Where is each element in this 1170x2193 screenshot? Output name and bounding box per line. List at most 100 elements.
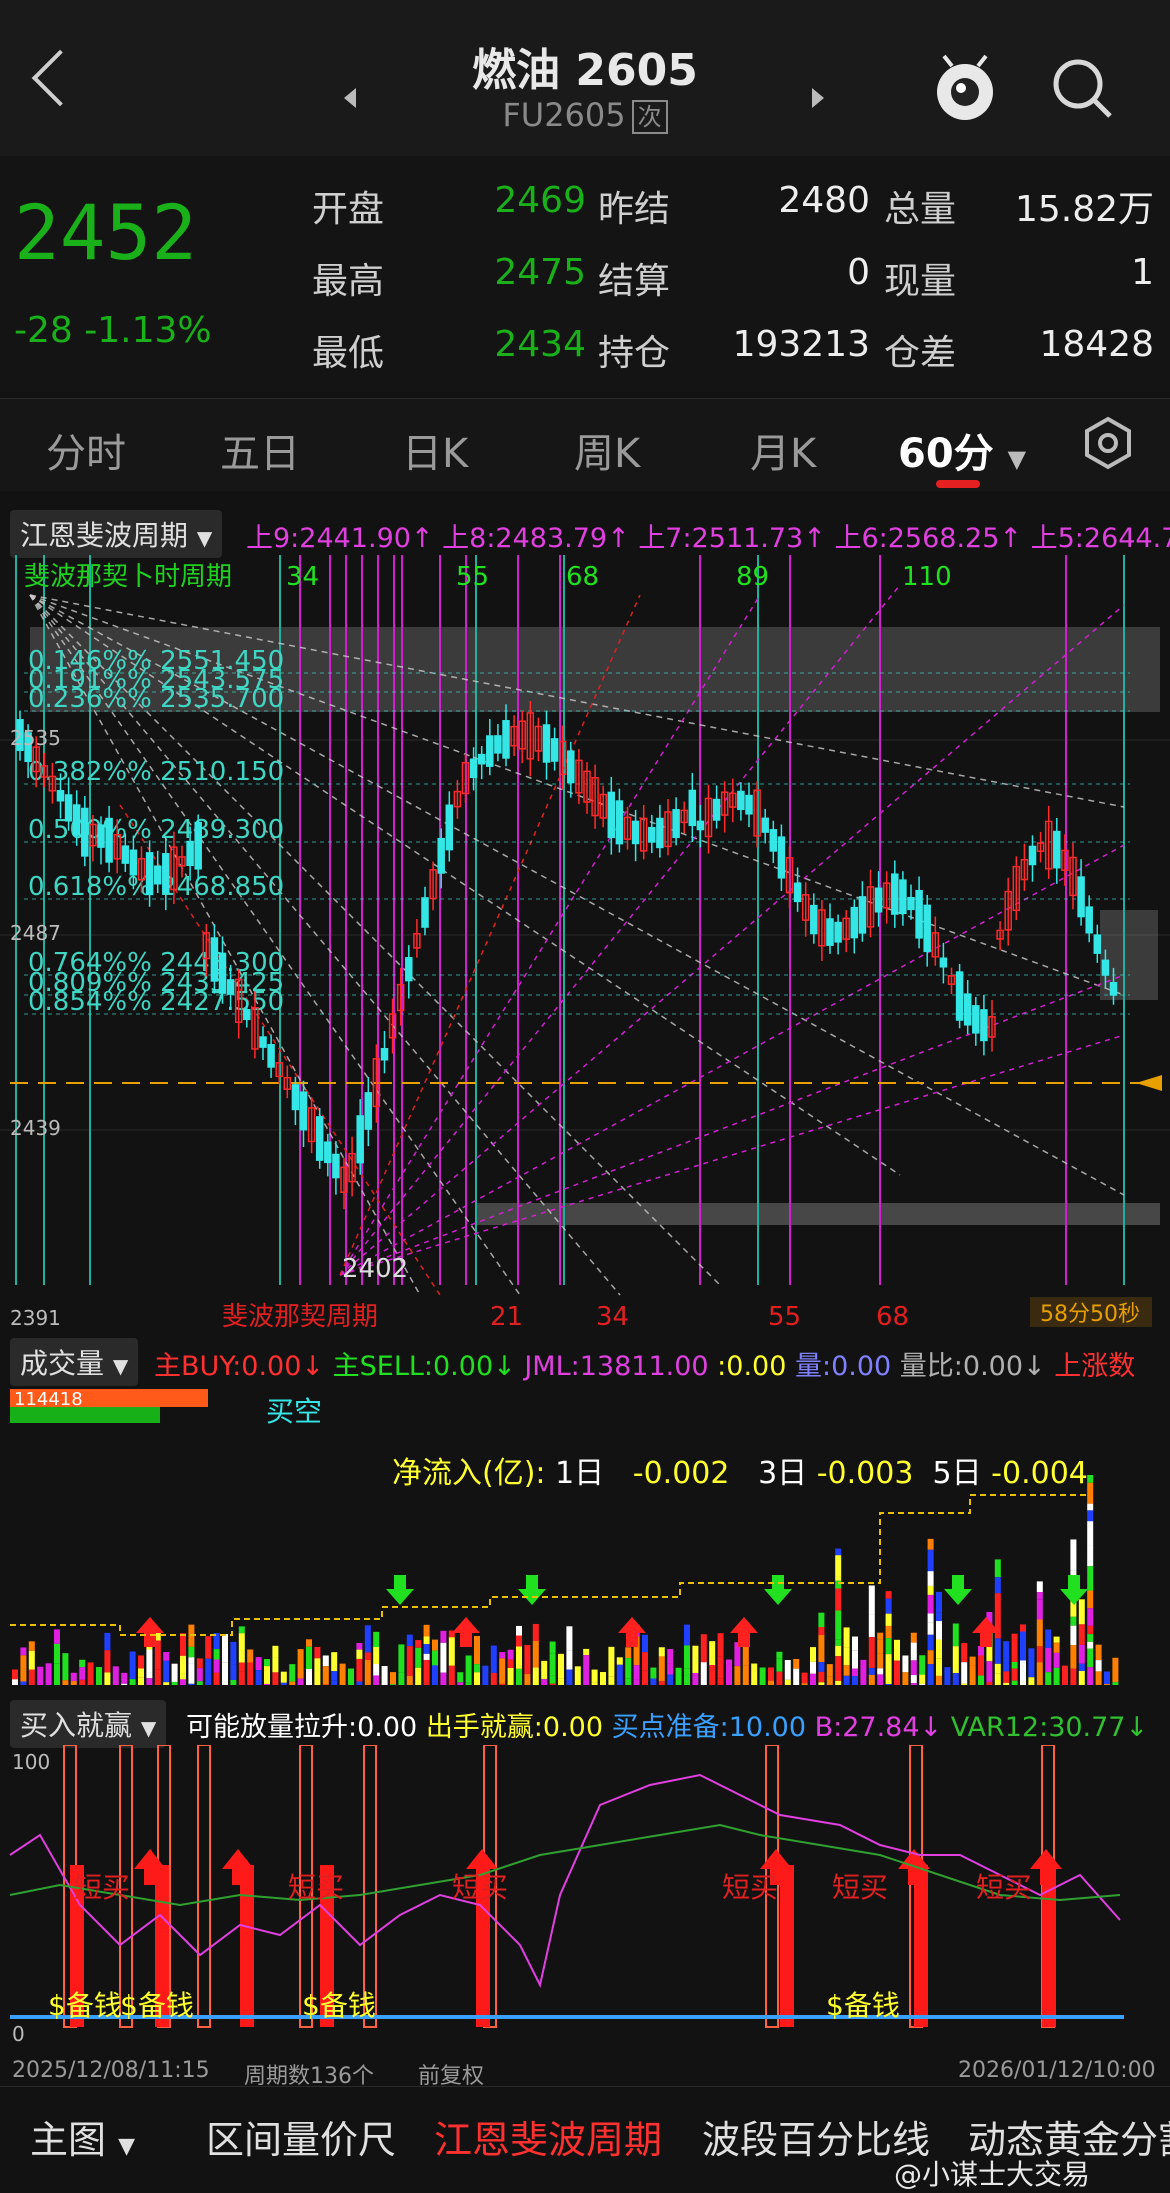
tab-intraday[interactable]: 分时 [46, 421, 126, 479]
cycle-title-top: 斐波那契卜时周期 [24, 562, 232, 592]
volume-bar [1087, 1634, 1093, 1642]
tab-60min[interactable]: 60分 ▼ [898, 421, 1026, 479]
tab-weekly-k[interactable]: 周K [574, 421, 640, 479]
volume-bar [928, 1586, 934, 1595]
volume-bar [54, 1629, 60, 1644]
volume-bar [432, 1665, 438, 1685]
volume-bar [844, 1647, 850, 1665]
volume-bar [642, 1635, 648, 1652]
high-label: 最高 [312, 252, 384, 304]
volume-bar [911, 1660, 917, 1675]
prev-contract-arrow-icon[interactable] [344, 88, 356, 108]
candle-body [673, 810, 679, 837]
volume-bar [272, 1672, 278, 1685]
tab-range-volume-price[interactable]: 区间量价尺 [206, 2109, 396, 2164]
signal-label: 短买 [288, 1871, 344, 1904]
volume-bar [844, 1676, 850, 1685]
var12-line [10, 1825, 1120, 1905]
mascot-icon[interactable] [930, 52, 1000, 126]
volume-bar [768, 1681, 774, 1685]
volume-bar [541, 1679, 547, 1685]
volume-bar [1028, 1677, 1034, 1685]
candle-body [981, 1010, 987, 1041]
cycle-label: 34 [596, 1302, 629, 1330]
countdown-text: 58分50秒 [1040, 1302, 1140, 1327]
osc-indicator-selector[interactable]: 买入就赢 ▼ [10, 1700, 166, 1748]
search-icon[interactable] [1050, 56, 1116, 122]
volume-bar [1028, 1648, 1034, 1677]
candle-body [106, 819, 112, 862]
candle-body [697, 821, 703, 829]
candle-body [471, 759, 477, 777]
volume-bar [835, 1681, 841, 1685]
volume-bar [684, 1625, 690, 1646]
volume-bar [247, 1663, 253, 1685]
tab-five-day[interactable]: 五日 [220, 421, 300, 479]
candle-body [406, 958, 412, 981]
volume-bar [835, 1589, 841, 1611]
volume-bar [617, 1665, 623, 1685]
candle-body [811, 906, 817, 934]
volume-indicator-selector[interactable]: 成交量 ▼ [10, 1338, 138, 1386]
signal-label: 短买 [74, 1871, 130, 1904]
indicator-selector[interactable]: 江恩斐波周期 ▼ [10, 510, 222, 558]
tab-monthly-k[interactable]: 月K [750, 421, 816, 479]
volume-bar [96, 1667, 102, 1685]
next-contract-arrow-icon[interactable] [812, 88, 824, 108]
cycle-label: 68 [566, 562, 599, 592]
volume-bar [432, 1651, 438, 1666]
volume-bar [457, 1672, 463, 1682]
fan-line [340, 1035, 1124, 1275]
dropdown-caret-icon: ▼ [141, 1716, 156, 1740]
volume-chart[interactable]: 114418 买空 [0, 1385, 1170, 1690]
volume-bar [121, 1673, 127, 1684]
oscillator-chart[interactable]: 100 0 短买 短买 短买 短买 短买 短买 $备钱 $备钱 $备钱 $备钱 [0, 1745, 1170, 2045]
volume-bar [163, 1682, 169, 1685]
volume-bar [1037, 1592, 1043, 1600]
volume-bar [1070, 1669, 1076, 1685]
candle-body [778, 837, 784, 878]
candle-body [608, 792, 614, 837]
volume-bar [709, 1641, 715, 1665]
volume-bar [54, 1664, 60, 1685]
candle-body [365, 1093, 371, 1129]
candle-body [66, 795, 72, 821]
volume-bar [995, 1664, 1001, 1673]
volume-bar [869, 1585, 875, 1614]
candlestick-chart[interactable]: 0.146%% 2551.4500.191%% 2543.5750.236%% … [0, 555, 1170, 1330]
volume-bar [281, 1672, 287, 1683]
volume-bar [928, 1635, 934, 1650]
volume-bar [835, 1555, 841, 1581]
side-label: 买空 [266, 1395, 322, 1428]
volume-bar [583, 1655, 589, 1681]
volume-bar [424, 1644, 430, 1654]
tab-gann-fib-cycle[interactable]: 江恩斐波周期 [434, 2109, 662, 2164]
volume-bar [877, 1639, 883, 1653]
volume-bar [214, 1649, 220, 1659]
volume-bar [130, 1679, 136, 1685]
volume-bar [373, 1647, 379, 1664]
settings-hexagon-icon[interactable] [1080, 415, 1136, 471]
candle-body [1111, 983, 1117, 995]
candle-body [58, 791, 64, 801]
volume-bar [239, 1663, 245, 1672]
volume-bar [785, 1660, 791, 1680]
candle-body [155, 866, 161, 883]
tab-daily-k[interactable]: 日K [402, 421, 468, 479]
volume-bar [1054, 1668, 1060, 1685]
candle-body [965, 994, 971, 1025]
volume-bar [810, 1674, 816, 1685]
down-arrow-icon [944, 1575, 972, 1605]
candle-body [940, 958, 946, 967]
volume-bar [625, 1647, 631, 1658]
volume-bar [575, 1666, 581, 1685]
candle-body [260, 1037, 266, 1047]
volume-bar [1037, 1662, 1043, 1685]
candle-body [1078, 877, 1084, 916]
volume-bar [407, 1635, 413, 1647]
tab-main-chart[interactable]: 主图 ▼ [30, 2109, 135, 2164]
candle-body [649, 828, 655, 842]
volume-bar [751, 1664, 757, 1685]
volume-bar [247, 1649, 253, 1662]
volume-bar [197, 1681, 203, 1685]
